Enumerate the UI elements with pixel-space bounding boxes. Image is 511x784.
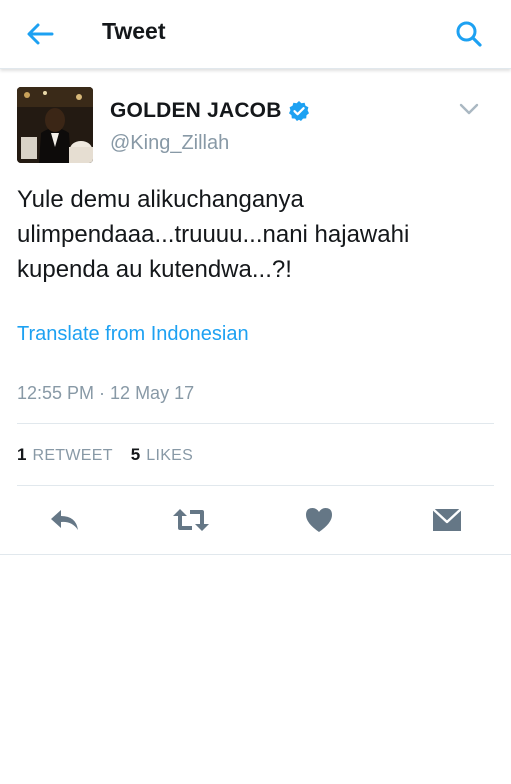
engagement-stats: 1 RETWEET 5 LIKES bbox=[17, 445, 193, 465]
tweet-options-button[interactable] bbox=[457, 100, 481, 118]
tweet-actions bbox=[0, 500, 511, 540]
avatar[interactable] bbox=[17, 87, 93, 163]
tweet-text: Yule demu alikuchanganya ulimpendaaa...t… bbox=[17, 186, 410, 283]
search-icon bbox=[456, 21, 482, 47]
author-handle[interactable]: @King_Zillah bbox=[110, 132, 229, 155]
likes-label: LIKES bbox=[146, 447, 194, 464]
retweets-stat[interactable]: 1 RETWEET bbox=[17, 445, 113, 465]
likes-count: 5 bbox=[130, 445, 141, 464]
reply-button[interactable] bbox=[44, 500, 84, 540]
chevron-down-icon bbox=[459, 103, 479, 115]
top-app-bar: Tweet bbox=[0, 0, 511, 69]
envelope-icon bbox=[432, 508, 462, 531]
retweet-button[interactable] bbox=[171, 500, 211, 540]
search-button[interactable] bbox=[451, 16, 487, 52]
verified-badge-icon bbox=[288, 101, 309, 121]
divider bbox=[17, 423, 494, 424]
divider bbox=[17, 485, 494, 486]
retweets-label: RETWEET bbox=[32, 447, 113, 464]
page-title: Tweet bbox=[102, 18, 166, 44]
likes-stat[interactable]: 5 LIKES bbox=[131, 445, 193, 465]
direct-message-button[interactable] bbox=[427, 500, 467, 540]
divider bbox=[0, 554, 511, 555]
like-button[interactable] bbox=[299, 500, 339, 540]
author-name-row[interactable]: GOLDEN JACOB bbox=[110, 99, 310, 123]
display-name: GOLDEN JACOB bbox=[110, 99, 282, 122]
profile-photo bbox=[17, 87, 93, 163]
heart-icon bbox=[306, 508, 332, 532]
retweet-icon bbox=[173, 509, 209, 531]
retweets-count: 1 bbox=[17, 445, 27, 464]
translate-link[interactable]: Translate from Indonesian bbox=[17, 323, 249, 346]
back-button[interactable] bbox=[22, 16, 58, 52]
tweet-timestamp: 12:55 PM · 12 May 17 bbox=[17, 383, 195, 403]
arrow-left-icon bbox=[27, 23, 54, 45]
reply-icon bbox=[51, 510, 78, 530]
